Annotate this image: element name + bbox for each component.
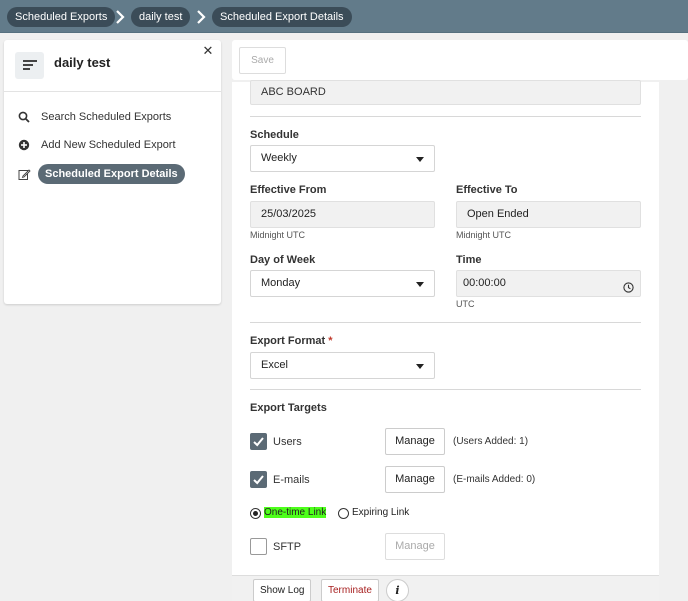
users-checkbox[interactable] bbox=[250, 433, 267, 450]
search-icon bbox=[16, 109, 32, 125]
edit-icon bbox=[16, 166, 32, 182]
emails-checkbox[interactable] bbox=[250, 471, 267, 488]
export-format-select[interactable]: Excel bbox=[250, 352, 435, 379]
effective-from-value: 25/03/2025 bbox=[261, 208, 317, 220]
emails-label: E-mails bbox=[273, 474, 310, 486]
menu-icon[interactable] bbox=[15, 52, 44, 79]
users-added-note: (Users Added: 1) bbox=[453, 436, 529, 447]
breadcrumb-scheduled-export-details[interactable]: Scheduled Export Details bbox=[212, 7, 352, 27]
users-label: Users bbox=[273, 436, 302, 448]
time-label: Time bbox=[456, 254, 482, 266]
terminate-button[interactable]: Terminate bbox=[321, 579, 379, 601]
left-panel: ✕ daily test Search Scheduled Exports Ad… bbox=[4, 40, 221, 304]
chevron-right-icon bbox=[195, 8, 207, 26]
time-input[interactable]: 00:00:00 bbox=[456, 270, 641, 297]
effective-to-label: Effective To bbox=[456, 184, 518, 196]
day-of-week-select[interactable]: Monday bbox=[250, 270, 435, 297]
nav-item-add-new-scheduled-export[interactable]: Add New Scheduled Export bbox=[16, 135, 176, 155]
chevron-down-icon bbox=[416, 282, 424, 287]
save-button[interactable]: Save bbox=[239, 47, 286, 74]
manage-emails-button[interactable]: Manage bbox=[385, 466, 445, 493]
nav-item-scheduled-export-details[interactable]: Scheduled Export Details bbox=[16, 164, 185, 184]
export-format-value: Excel bbox=[261, 359, 288, 371]
effective-to-note: Midnight UTC bbox=[456, 230, 512, 240]
export-targets-label: Export Targets bbox=[250, 402, 327, 414]
divider bbox=[250, 389, 641, 390]
panel-title: daily test bbox=[54, 55, 111, 70]
board-field: ABC BOARD bbox=[250, 80, 641, 105]
one-time-link-label[interactable]: One-time Link bbox=[264, 507, 327, 518]
clock-icon[interactable] bbox=[623, 278, 634, 293]
chevron-down-icon bbox=[416, 157, 424, 162]
one-time-link-radio[interactable] bbox=[250, 508, 261, 519]
divider bbox=[250, 116, 641, 117]
effective-to-value: Open Ended bbox=[467, 208, 529, 220]
effective-to-field[interactable]: Open Ended bbox=[456, 201, 641, 228]
plus-circle-icon bbox=[16, 137, 32, 153]
chevron-right-icon bbox=[114, 8, 126, 26]
divider bbox=[250, 322, 641, 323]
nav-item-label: Search Scheduled Exports bbox=[41, 111, 172, 123]
schedule-select[interactable]: Weekly bbox=[250, 145, 435, 172]
show-log-button[interactable]: Show Log bbox=[253, 579, 312, 601]
footer-actions: Show Log Terminate i bbox=[232, 575, 659, 601]
nav-item-label: Scheduled Export Details bbox=[38, 164, 185, 184]
nav-item-search-scheduled-exports[interactable]: Search Scheduled Exports bbox=[16, 107, 171, 127]
time-note: UTC bbox=[456, 299, 475, 309]
breadcrumb-daily-test[interactable]: daily test bbox=[131, 7, 191, 27]
schedule-value: Weekly bbox=[261, 152, 297, 164]
required-mark: * bbox=[328, 335, 333, 347]
day-of-week-value: Monday bbox=[261, 277, 301, 289]
toolbar: Save bbox=[232, 40, 688, 80]
divider bbox=[4, 91, 221, 92]
schedule-label: Schedule bbox=[250, 129, 299, 141]
manage-sftp-button[interactable]: Manage bbox=[385, 533, 445, 560]
emails-added-note: (E-mails Added: 0) bbox=[453, 474, 536, 485]
sftp-checkbox[interactable] bbox=[250, 538, 267, 555]
sftp-label: SFTP bbox=[273, 541, 302, 553]
check-icon bbox=[253, 437, 264, 447]
nav-item-label: Add New Scheduled Export bbox=[41, 139, 176, 151]
effective-from-field[interactable]: 25/03/2025 bbox=[250, 201, 435, 228]
export-details-form: ABC BOARD Schedule Weekly Effective From… bbox=[232, 80, 659, 575]
expiring-link-radio[interactable] bbox=[338, 508, 349, 519]
expiring-link-label[interactable]: Expiring Link bbox=[352, 507, 409, 518]
export-format-label: Export Format * bbox=[250, 335, 333, 347]
breadcrumb: Scheduled Exports daily test Scheduled E… bbox=[0, 0, 688, 33]
chevron-down-icon bbox=[416, 364, 424, 369]
time-value: 00:00:00 bbox=[463, 277, 506, 289]
effective-from-note: Midnight UTC bbox=[250, 230, 306, 240]
breadcrumb-scheduled-exports[interactable]: Scheduled Exports bbox=[7, 7, 116, 27]
check-icon bbox=[253, 475, 264, 485]
info-icon[interactable]: i bbox=[386, 579, 409, 601]
effective-from-label: Effective From bbox=[250, 184, 327, 196]
close-icon[interactable]: ✕ bbox=[201, 43, 215, 59]
manage-users-button[interactable]: Manage bbox=[385, 428, 445, 455]
day-of-week-label: Day of Week bbox=[250, 254, 316, 266]
